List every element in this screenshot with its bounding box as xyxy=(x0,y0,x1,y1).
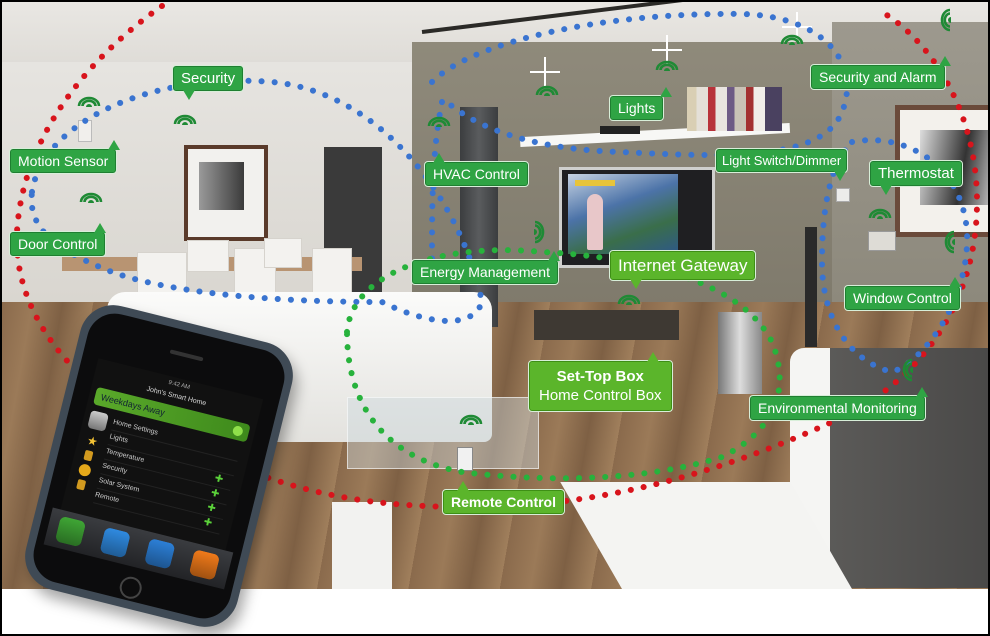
label-text: Security and Alarm xyxy=(819,69,937,85)
wifi-icon xyxy=(79,192,103,203)
wifi-icon xyxy=(868,208,892,219)
label-hvac-control: HVAC Control xyxy=(424,153,529,187)
wifi-icon xyxy=(427,116,451,127)
wifi-icon xyxy=(902,358,913,382)
label-text: Light Switch/Dimmer xyxy=(722,153,842,168)
label-text: HVAC Control xyxy=(433,166,520,182)
ipod-app-icon[interactable] xyxy=(188,549,221,581)
callout-tail xyxy=(834,171,846,181)
safari-app-icon[interactable] xyxy=(144,538,176,570)
label-door-control: Door Control xyxy=(9,223,107,257)
wifi-icon xyxy=(780,34,804,45)
label-text: Window Control xyxy=(853,290,952,306)
label-set-top-box: Set-Top Box Home Control Box xyxy=(528,352,673,412)
callout-tail xyxy=(880,185,892,195)
label-text: Internet Gateway xyxy=(618,256,748,275)
callout-tail xyxy=(433,153,445,163)
label-text: Motion Sensor xyxy=(18,153,109,169)
menu-item-label: Remote xyxy=(94,491,120,505)
sun-icon xyxy=(77,462,93,478)
callout-tail xyxy=(647,352,659,362)
home-button[interactable] xyxy=(117,574,145,602)
wifi-icon xyxy=(534,220,545,244)
lock-icon xyxy=(83,449,94,462)
lock-icon xyxy=(76,478,87,491)
callout-tail xyxy=(108,140,120,150)
wifi-icon xyxy=(617,294,641,305)
mail-app-icon[interactable] xyxy=(99,526,131,559)
wifi-icon xyxy=(944,230,955,254)
label-text: Energy Management xyxy=(420,264,550,280)
phone-app-icon[interactable] xyxy=(54,515,87,548)
add-icon[interactable]: ✚ xyxy=(206,502,217,515)
wifi-icon xyxy=(77,96,101,107)
label-text: Lights xyxy=(618,100,656,116)
callout-tail xyxy=(183,90,195,100)
label-motion-sensor: Motion Sensor xyxy=(9,140,120,174)
callout-tail xyxy=(660,87,672,97)
label-security: Security xyxy=(172,65,245,100)
label-text: Remote Control xyxy=(451,494,556,510)
menu-item-label: Security xyxy=(101,462,128,476)
callout-tail xyxy=(939,56,951,66)
label-text: Door Control xyxy=(18,236,98,252)
label-energy-management: Energy Management xyxy=(411,251,560,285)
mode-toggle-knob[interactable] xyxy=(231,424,244,438)
label-text: Thermostat xyxy=(878,165,954,182)
settings-gear-icon xyxy=(87,410,110,432)
callout-tail xyxy=(457,481,469,491)
star-icon: ★ xyxy=(85,433,100,450)
label-light-switch-dimmer: Light Switch/Dimmer xyxy=(715,148,849,181)
label-lights: Lights xyxy=(609,87,672,121)
callout-tail xyxy=(630,279,642,289)
label-thermostat: Thermostat xyxy=(869,160,963,195)
mode-label: Weekdays Away xyxy=(99,392,166,418)
menu-item-label: Lights xyxy=(108,433,129,445)
label-security-and-alarm: Security and Alarm xyxy=(810,56,951,90)
wifi-icon xyxy=(655,60,679,71)
callout-tail xyxy=(916,387,928,397)
label-internet-gateway: Internet Gateway xyxy=(609,250,757,289)
callout-tail xyxy=(949,277,961,287)
label-subtext: Home Control Box xyxy=(539,387,662,404)
label-environmental-monitoring: Environmental Monitoring xyxy=(749,387,928,421)
label-text: Environmental Monitoring xyxy=(758,400,917,416)
add-icon[interactable]: ✚ xyxy=(213,473,224,486)
label-text: Security xyxy=(181,70,236,87)
label-text: Set-Top Box xyxy=(556,368,644,385)
wifi-icon xyxy=(459,414,483,425)
callout-tail xyxy=(94,223,106,233)
callout-tail xyxy=(548,251,560,261)
phone-earpiece xyxy=(169,349,204,362)
diagram-frame: Security Motion Sensor Door Control HVAC… xyxy=(0,0,990,636)
label-remote-control: Remote Control xyxy=(442,481,565,515)
wifi-icon xyxy=(535,85,559,96)
label-window-control: Window Control xyxy=(844,277,961,311)
add-icon[interactable]: ✚ xyxy=(210,488,221,501)
add-icon[interactable]: ✚ xyxy=(202,517,213,530)
wifi-icon xyxy=(940,8,951,32)
wifi-icon xyxy=(173,114,197,125)
